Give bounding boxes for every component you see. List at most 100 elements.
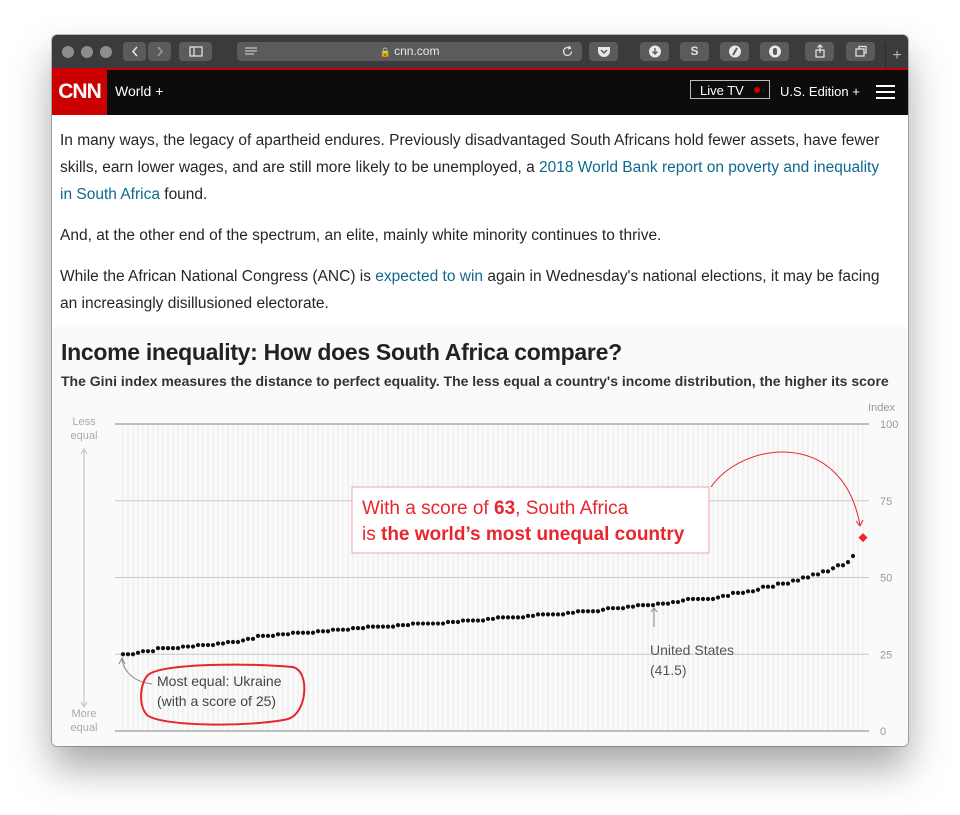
country-point bbox=[845, 560, 851, 565]
reload-icon[interactable] bbox=[561, 45, 574, 58]
close-window-button[interactable] bbox=[62, 46, 74, 58]
country-point bbox=[625, 604, 631, 609]
country-point bbox=[505, 615, 511, 620]
country-point bbox=[695, 596, 701, 602]
back-button[interactable] bbox=[123, 42, 146, 61]
country-point bbox=[640, 603, 646, 608]
country-point bbox=[235, 639, 241, 645]
country-point bbox=[805, 575, 811, 580]
country-point bbox=[490, 616, 496, 622]
country-point bbox=[655, 601, 661, 606]
country-point bbox=[120, 652, 126, 657]
country-point bbox=[525, 613, 531, 618]
cnn-logo[interactable]: CNN bbox=[52, 70, 107, 115]
country-point bbox=[700, 596, 706, 602]
country-point bbox=[750, 589, 756, 594]
country-point bbox=[575, 609, 581, 614]
country-point bbox=[180, 644, 186, 649]
download-button[interactable] bbox=[640, 42, 669, 61]
url-text: cnn.com bbox=[394, 44, 440, 58]
country-point bbox=[485, 616, 491, 622]
country-point bbox=[745, 589, 751, 594]
country-point bbox=[265, 633, 271, 638]
country-point bbox=[675, 599, 681, 605]
country-point bbox=[230, 639, 236, 645]
s-extension-icon: S bbox=[690, 44, 699, 58]
country-point bbox=[530, 613, 536, 618]
country-point bbox=[755, 587, 761, 592]
address-bar[interactable]: 🔒 cnn.com bbox=[237, 42, 582, 61]
country-point bbox=[580, 609, 586, 614]
live-dot-icon bbox=[754, 87, 760, 93]
country-point bbox=[850, 553, 856, 559]
browser-toolbar: 🔒 cnn.com S + bbox=[52, 35, 908, 68]
country-point bbox=[835, 563, 841, 568]
country-point bbox=[310, 630, 316, 635]
edition-selector[interactable]: U.S. Edition + bbox=[780, 84, 860, 99]
country-point bbox=[650, 603, 656, 608]
country-point bbox=[195, 642, 201, 648]
country-point bbox=[435, 621, 441, 626]
country-point bbox=[185, 644, 191, 649]
pocket-button[interactable] bbox=[589, 42, 618, 61]
country-point bbox=[215, 641, 221, 646]
country-point bbox=[300, 630, 306, 635]
back-icon bbox=[131, 46, 138, 57]
sidebar-button[interactable] bbox=[179, 42, 212, 61]
article-paragraph: In many ways, the legacy of apartheid en… bbox=[60, 132, 880, 203]
new-tab-button[interactable]: + bbox=[885, 43, 908, 68]
country-point bbox=[795, 578, 801, 583]
country-point bbox=[165, 646, 171, 651]
country-point bbox=[770, 584, 776, 589]
nav-world-menu[interactable]: World + bbox=[115, 83, 163, 99]
country-point bbox=[800, 575, 806, 580]
shield-extension-button[interactable] bbox=[720, 42, 749, 61]
country-point bbox=[280, 632, 286, 637]
country-point bbox=[555, 612, 561, 617]
hamburger-menu-icon[interactable] bbox=[876, 85, 895, 100]
country-point bbox=[615, 606, 621, 611]
expected-to-win-link[interactable]: expected to win bbox=[375, 268, 483, 285]
country-point bbox=[540, 612, 546, 617]
less-equal-label: Less equal bbox=[71, 416, 98, 442]
ukraine-pointer bbox=[121, 658, 153, 685]
country-point bbox=[405, 622, 411, 628]
country-point bbox=[830, 566, 836, 571]
country-point bbox=[710, 596, 716, 602]
country-point bbox=[400, 622, 406, 628]
country-point bbox=[610, 606, 616, 611]
tabs-button[interactable] bbox=[846, 42, 875, 61]
country-point bbox=[660, 601, 666, 606]
y-tick-label: 50 bbox=[880, 573, 892, 585]
country-point bbox=[150, 649, 156, 654]
country-point bbox=[820, 569, 826, 574]
country-point bbox=[360, 626, 366, 631]
country-point bbox=[720, 593, 726, 599]
country-point bbox=[500, 615, 506, 620]
share-button[interactable] bbox=[805, 42, 834, 61]
gini-chart: 0 25 50 75 100 Index Less equal More equal Wit… bbox=[71, 402, 899, 738]
article-paragraph: While the African National Congress (ANC… bbox=[60, 268, 880, 312]
country-point bbox=[430, 621, 436, 626]
country-point bbox=[775, 581, 781, 586]
country-point bbox=[290, 630, 296, 635]
live-tv-button[interactable]: Live TV bbox=[690, 80, 770, 99]
country-point bbox=[790, 578, 796, 583]
minimize-window-button[interactable] bbox=[81, 46, 93, 58]
cnn-header: CNN World + Live TV U.S. Edition + bbox=[52, 68, 908, 115]
zoom-window-button[interactable] bbox=[100, 46, 112, 58]
country-point bbox=[480, 618, 486, 623]
country-point bbox=[155, 646, 161, 651]
forward-button[interactable] bbox=[148, 42, 171, 61]
country-point bbox=[410, 621, 416, 626]
s-extension-button[interactable]: S bbox=[680, 42, 709, 61]
country-point bbox=[635, 603, 641, 608]
country-point bbox=[495, 615, 501, 620]
ghost-extension-button[interactable] bbox=[760, 42, 789, 61]
country-point bbox=[840, 563, 846, 568]
country-point bbox=[630, 604, 636, 609]
country-point bbox=[365, 624, 371, 629]
country-point bbox=[455, 619, 461, 625]
sidebar-icon bbox=[188, 46, 203, 57]
country-point bbox=[320, 629, 326, 634]
